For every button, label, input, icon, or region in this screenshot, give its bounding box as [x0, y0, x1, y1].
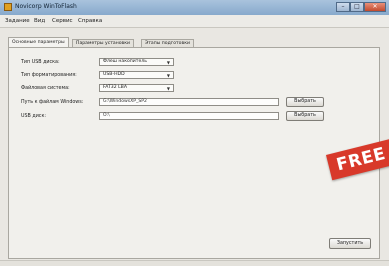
main-params-panel: Тип USB диска: Флеш накопитель ▼ Тип фор…	[8, 47, 380, 259]
title-bar[interactable]: Novicorp WinToFlash – □ ✕	[0, 0, 389, 15]
menu-service[interactable]: Сервис	[52, 18, 73, 24]
maximize-button[interactable]: □	[350, 2, 364, 12]
menu-task[interactable]: Задание	[5, 18, 30, 24]
browse-windows-button[interactable]: Выбрать	[286, 97, 324, 107]
close-icon: ✕	[372, 3, 378, 10]
menu-bar: Задание Вид Сервис Справка	[0, 15, 389, 28]
chevron-down-icon: ▼	[166, 60, 170, 65]
windows-path-label: Путь к файлам Windows:	[21, 100, 84, 105]
maximize-icon: □	[354, 3, 360, 10]
format-type-label: Тип форматирования:	[21, 73, 77, 78]
status-strip	[0, 260, 389, 266]
chevron-down-icon: ▼	[166, 73, 170, 78]
windows-path-value: G:\WindowsXP_SP2	[103, 99, 147, 104]
caption-buttons: – □ ✕	[336, 2, 386, 12]
format-type-select[interactable]: USB-HDD ▼	[99, 71, 174, 79]
app-icon	[4, 3, 12, 11]
window-title: Novicorp WinToFlash	[15, 3, 77, 10]
usb-type-label: Тип USB диска:	[21, 60, 60, 65]
usb-type-select[interactable]: Флеш накопитель ▼	[99, 58, 174, 66]
usb-disk-input[interactable]: O:\	[99, 112, 279, 120]
close-button[interactable]: ✕	[364, 2, 386, 12]
format-type-value: USB-HDD	[103, 72, 125, 77]
app-window: Novicorp WinToFlash – □ ✕ Задание Вид Се…	[0, 0, 389, 266]
usb-disk-label: USB диск:	[21, 114, 46, 119]
menu-help[interactable]: Справка	[78, 18, 102, 24]
filesystem-select[interactable]: FAT32 LBA ▼	[99, 84, 174, 92]
minimize-icon: –	[341, 3, 345, 10]
run-button[interactable]: Запустить	[329, 238, 371, 249]
minimize-button[interactable]: –	[336, 2, 350, 12]
filesystem-value: FAT32 LBA	[103, 85, 127, 90]
chevron-down-icon: ▼	[166, 86, 170, 91]
browse-usb-button[interactable]: Выбрать	[286, 111, 324, 121]
windows-path-input[interactable]: G:\WindowsXP_SP2	[99, 98, 279, 106]
filesystem-label: Файловая система:	[21, 86, 70, 91]
usb-type-value: Флеш накопитель	[103, 59, 147, 64]
usb-disk-value: O:\	[103, 113, 110, 118]
menu-view[interactable]: Вид	[34, 18, 45, 24]
